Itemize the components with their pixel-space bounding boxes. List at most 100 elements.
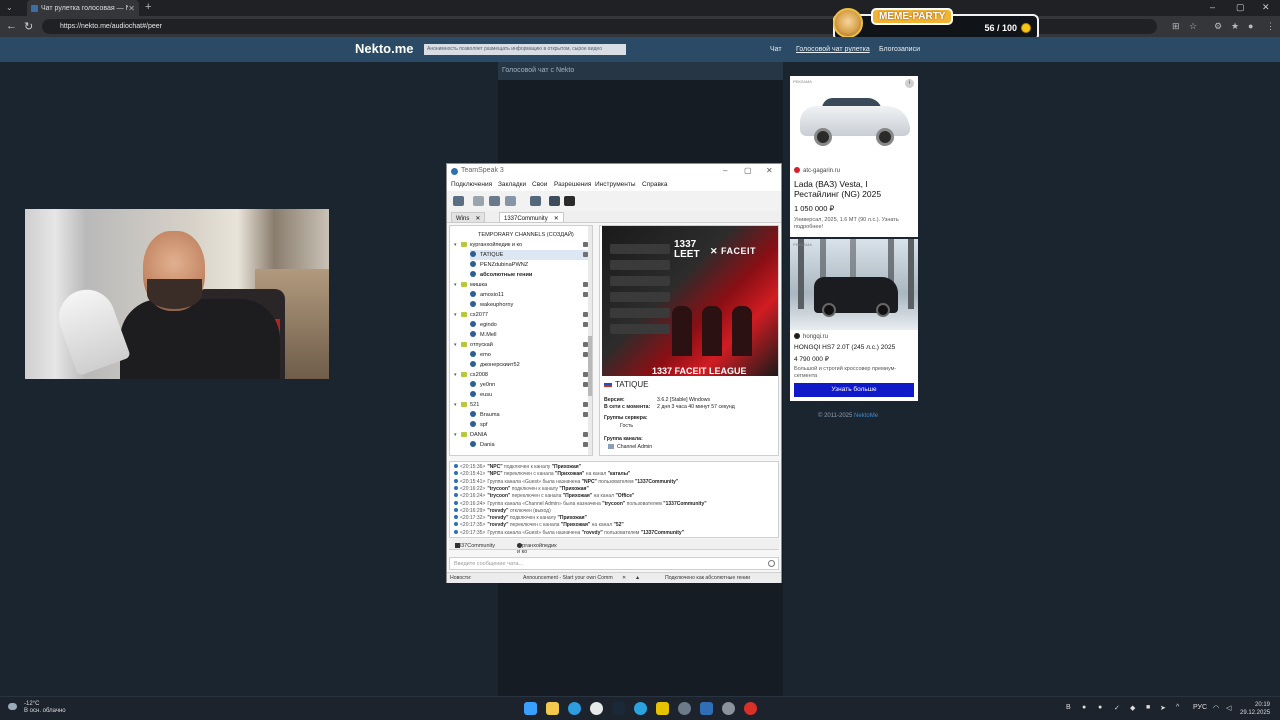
tree-user[interactable]: Dania <box>470 440 495 450</box>
teamspeak-task-icon[interactable] <box>700 702 713 715</box>
tree-channel[interactable]: ▾ cs2008 <box>454 370 488 380</box>
learn-more-button[interactable]: Узнать больше <box>794 383 914 397</box>
browser-menu-icon[interactable]: ⋮ <box>1266 21 1275 32</box>
obs-icon[interactable] <box>656 702 669 715</box>
ts-tab-close-icon[interactable]: ✕ <box>554 216 559 222</box>
status-close-icon[interactable]: ✕ <box>622 575 626 581</box>
yandex-icon[interactable] <box>590 702 603 715</box>
nav-blog[interactable]: Блогозаписи <box>879 46 920 53</box>
tree-user[interactable]: emo <box>470 350 491 360</box>
ts-maximize-icon[interactable]: ▢ <box>744 166 752 175</box>
ad-info-icon[interactable]: i <box>905 79 914 88</box>
ad-title[interactable]: HONGQI HS7 2.0T (245 л.с.) 2025 <box>794 343 914 353</box>
ts-menu-permissions[interactable]: Разрешения <box>554 181 591 188</box>
tree-user[interactable]: wakeuphorny <box>470 300 513 310</box>
close-window-icon[interactable]: ✕ <box>1262 2 1270 13</box>
bookmark-tool-icon[interactable] <box>489 196 500 206</box>
nav-chat[interactable]: Чат <box>770 46 782 53</box>
language-indicator[interactable]: РУС <box>1193 704 1207 711</box>
tree-user[interactable]: eusu <box>470 390 492 400</box>
start-icon[interactable] <box>524 702 537 715</box>
close-tab-icon[interactable]: ✕ <box>128 4 135 13</box>
connect-icon[interactable] <box>453 196 464 206</box>
tray-icon[interactable]: ● <box>1082 704 1086 711</box>
ts-chat-input[interactable]: Введите сообщение чата... <box>449 557 779 570</box>
app-icon[interactable] <box>678 702 691 715</box>
screenshot-icon[interactable]: ⊞ <box>1172 21 1180 32</box>
ts-menu-connections[interactable]: Подключения <box>451 181 492 188</box>
tray-icon[interactable]: ● <box>1098 704 1102 711</box>
tree-scroll-thumb[interactable] <box>588 336 592 396</box>
tree-channel[interactable]: ▾ cs2077 <box>454 310 488 320</box>
ad-title[interactable]: Lada (ВАЗ) Vesta, I Рестайлинг (NG) 2025 <box>794 179 914 199</box>
ts-menu-help[interactable]: Справка <box>642 181 668 188</box>
status-announcement[interactable]: Announcement - Start your own Comm <box>523 575 619 581</box>
telegram-tray-icon[interactable]: ➤ <box>1160 704 1166 712</box>
ts-minimize-icon[interactable]: – <box>723 166 727 175</box>
back-icon[interactable]: ← <box>6 20 17 32</box>
ts-menu-self[interactable]: Свои <box>532 181 547 188</box>
tree-user[interactable]: egindo <box>470 320 497 330</box>
profile-avatar-icon[interactable]: ● <box>1248 21 1253 31</box>
tray-icon[interactable]: В <box>1066 704 1071 711</box>
show-hidden-icon[interactable]: ^ <box>1176 704 1179 711</box>
volume-icon[interactable]: ◁ <box>1226 704 1231 712</box>
tree-scrollbar[interactable] <box>588 226 592 455</box>
ts-tab-1337community[interactable]: 1337Community ✕ <box>499 212 564 223</box>
maximize-icon[interactable]: ▢ <box>1236 2 1245 13</box>
extensions-icon[interactable]: ⚙ <box>1214 21 1222 32</box>
disconnect-icon[interactable] <box>473 196 484 206</box>
tree-channel[interactable]: ▾ 521 <box>454 400 479 410</box>
ts-tab-close-icon[interactable]: ✕ <box>475 216 480 222</box>
tree-user[interactable]: PENZdubinaPWNZ <box>470 260 528 270</box>
ts-menu-bookmarks[interactable]: Закладки <box>498 181 526 188</box>
ad-lada[interactable]: РЕКЛАМА i atc-gagarin.ru Lada (ВАЗ) Vest… <box>790 76 918 237</box>
mute-tool-icon[interactable] <box>564 196 575 206</box>
tree-channel[interactable]: ▾ курганхойпедик и ко <box>454 240 590 250</box>
weather-widget[interactable]: -12°C В осн. облачно <box>8 701 66 715</box>
tray-icon[interactable]: ■ <box>1146 704 1150 711</box>
tree-user[interactable]: M.Mell <box>470 330 496 340</box>
tree-user[interactable]: абсолютные гении <box>470 270 532 280</box>
tree-channel[interactable]: ▾ мишка <box>454 280 487 290</box>
app-icon[interactable] <box>744 702 757 715</box>
ts-close-icon[interactable]: ✕ <box>766 166 773 175</box>
settings-icon[interactable] <box>722 702 735 715</box>
emoji-icon[interactable] <box>768 560 775 567</box>
tree-channel[interactable]: ▾ отпускай <box>454 340 493 350</box>
tree-user[interactable]: amosio11 <box>470 290 504 300</box>
ts-menu-tools[interactable]: Инструменты <box>595 181 636 188</box>
tree-user[interactable]: джонерскиит52 <box>470 360 520 370</box>
tree-user-selected[interactable]: TATIQUE <box>470 250 590 260</box>
nav-voice-chat[interactable]: Голосовой чат рулетка <box>796 46 870 53</box>
explorer-icon[interactable] <box>546 702 559 715</box>
browser-tab[interactable]: Чат рулетка голосовая — Nekto.me ✕ <box>27 0 139 16</box>
tray-icon[interactable]: ✓ <box>1114 704 1120 712</box>
edge-icon[interactable] <box>568 702 581 715</box>
new-tab-icon[interactable]: + <box>145 1 151 13</box>
reload-icon[interactable]: ↻ <box>24 20 33 33</box>
users-tool-icon[interactable] <box>549 196 560 206</box>
ad-source[interactable]: atc-gagarin.ru <box>794 167 840 174</box>
ad-source[interactable]: hongqi.ru <box>794 333 828 340</box>
tree-user[interactable]: Brauma <box>470 410 500 420</box>
tree-user[interactable]: ye0nn <box>470 380 495 390</box>
telegram-icon[interactable] <box>634 702 647 715</box>
copyright-link[interactable]: NektoMe <box>854 413 878 419</box>
taskbar-clock[interactable]: 20:19 29.12.2025 <box>1240 701 1270 717</box>
wifi-icon[interactable]: ◠ <box>1213 704 1219 712</box>
away-icon[interactable] <box>505 196 516 206</box>
log-entity: "rovvdy" <box>487 515 509 522</box>
tab-list-icon[interactable]: ⌄ <box>6 3 13 12</box>
ts-tab-wins[interactable]: Wins ✕ <box>451 212 486 223</box>
tree-user[interactable]: spf <box>470 420 487 430</box>
steam-icon[interactable] <box>612 702 625 715</box>
ad-hongqi[interactable]: РЕКЛАМА hongqi.ru HONGQI HS7 2.0T (245 л… <box>790 239 918 401</box>
tray-icon[interactable]: ◆ <box>1130 704 1135 712</box>
tree-channel[interactable]: ▾ DANIA <box>454 430 487 440</box>
site-logo[interactable]: Nekto.me <box>355 41 414 56</box>
minimize-icon[interactable]: – <box>1210 2 1215 12</box>
favorites-icon[interactable]: ★ <box>1231 21 1239 32</box>
chat-tool-icon[interactable] <box>530 196 541 206</box>
bookmark-star-icon[interactable]: ☆ <box>1189 21 1197 32</box>
